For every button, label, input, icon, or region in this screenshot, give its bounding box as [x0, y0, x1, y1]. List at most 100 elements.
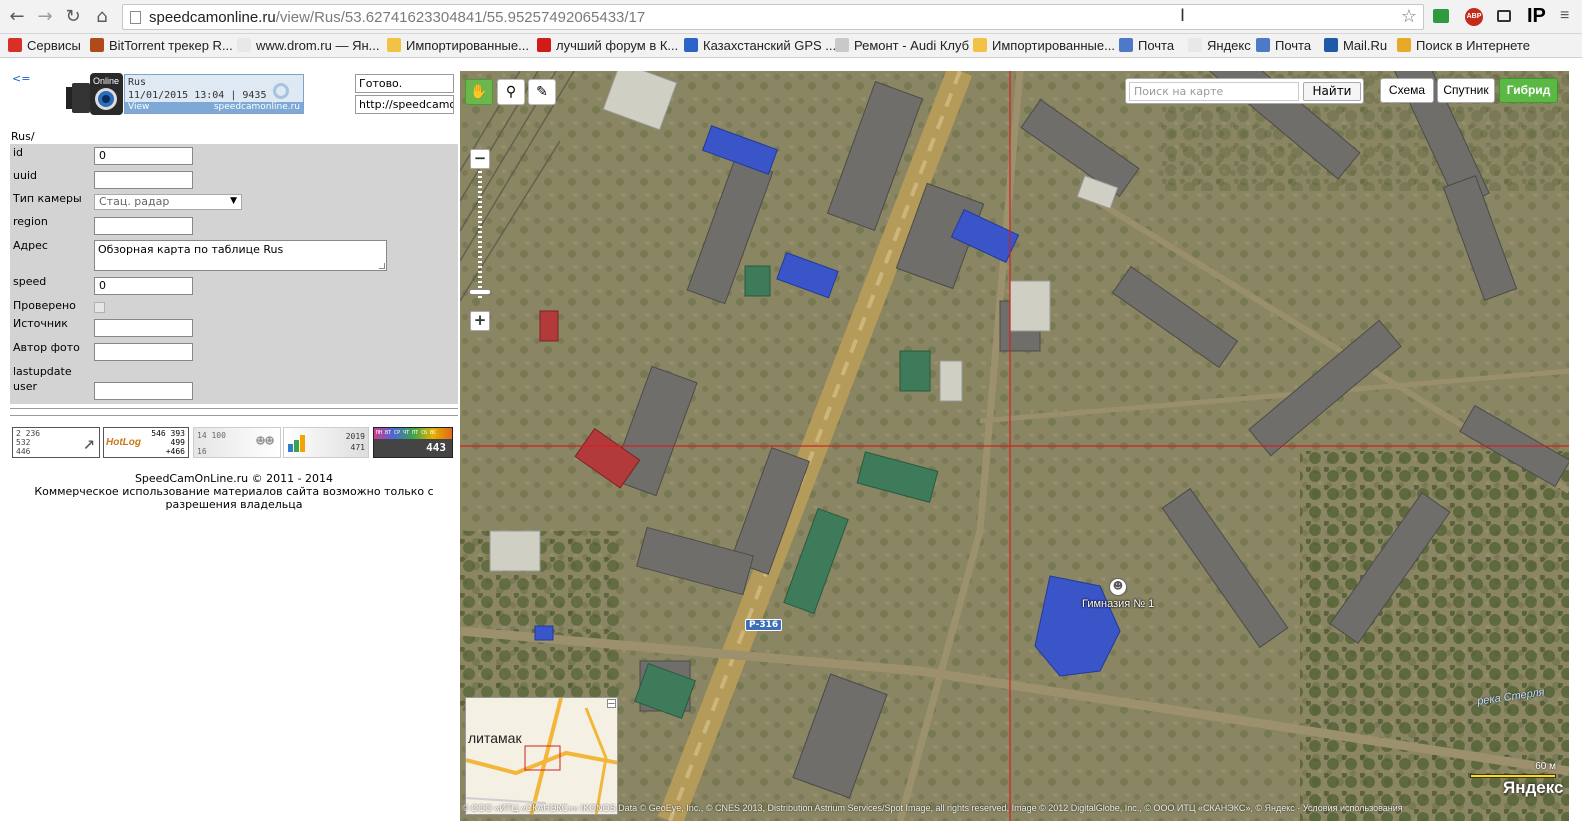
bookmark-label: Поиск в Интернете — [1416, 38, 1530, 53]
region-label: region — [13, 215, 48, 228]
resize-grip-icon[interactable] — [379, 263, 385, 269]
school-marker-icon[interactable]: ☻ — [1109, 578, 1127, 596]
bookmark-label: Импортированные... — [992, 38, 1115, 53]
map-search-input[interactable]: Поиск на карте — [1129, 82, 1299, 101]
bookmark-item[interactable]: Яндекс — [1188, 38, 1251, 53]
map-search-button[interactable]: Найти — [1303, 82, 1361, 101]
zoom-out-button[interactable]: − — [470, 149, 490, 169]
user-label: user — [13, 380, 37, 393]
counter-chart[interactable]: 2019 471 — [283, 427, 369, 458]
status-field[interactable]: Готово. — [355, 74, 454, 93]
bookmark-item[interactable]: www.drom.ru — Ян... — [237, 38, 379, 53]
camera-type-select[interactable]: Стац. радар ▼ — [94, 194, 242, 210]
bookmark-label: Импортированные... — [406, 38, 529, 53]
speed-input[interactable]: 0 — [94, 277, 193, 295]
bookmark-label: Яндекс — [1207, 38, 1251, 53]
overview-city-label: литамак — [468, 730, 522, 746]
region-input[interactable] — [94, 217, 193, 235]
uuid-label: uuid — [13, 169, 37, 182]
bookmark-item[interactable]: Импортированные... — [387, 38, 529, 53]
bookmark-item[interactable]: Почта — [1256, 38, 1311, 53]
reload-icon[interactable]: ↻ — [62, 6, 84, 28]
minimap-roads — [466, 698, 617, 814]
bookmark-item[interactable]: Импортированные... — [973, 38, 1115, 53]
extension-green-icon[interactable] — [1433, 9, 1449, 23]
bookmark-label: Mail.Ru — [1343, 38, 1388, 53]
back-link[interactable]: <= — [12, 72, 30, 85]
bookmark-label: лучший форум в К... — [556, 38, 679, 53]
counters-row: 2 236 532 446 ↗ HotLog 546 393 499 +466 … — [12, 427, 454, 459]
bookmark-item[interactable]: Казахстанский GPS ... — [684, 38, 836, 53]
map-search-box: Поиск на карте Найти — [1125, 78, 1364, 104]
bookmark-icon — [1256, 38, 1270, 52]
map-type-hybrid[interactable]: Гибрид — [1499, 78, 1558, 103]
address-textarea[interactable]: Обзорная карта по таблице Rus — [94, 240, 387, 271]
yandex-logo: Яндекс — [1503, 778, 1564, 797]
photo-author-label: Автор фото — [13, 341, 80, 354]
map-type-scheme[interactable]: Схема — [1380, 78, 1434, 103]
counter-liveinternet[interactable]: 2 236 532 446 ↗ — [12, 427, 100, 458]
bookmark-icon — [237, 38, 251, 52]
bookmark-item[interactable]: Почта — [1119, 38, 1174, 53]
id-input[interactable]: 0 — [94, 147, 193, 165]
bookmark-item[interactable]: Mail.Ru — [1324, 38, 1387, 53]
photo-author-input[interactable] — [94, 343, 193, 361]
counter-hotlog[interactable]: HotLog 546 393 499 +466 — [103, 427, 189, 458]
bookmark-item[interactable]: Ремонт - Audi Клуб — [835, 38, 969, 53]
page-icon — [130, 11, 141, 24]
url-text: speedcamonline.ru/view/Rus/53.6274162330… — [149, 9, 646, 26]
menu-icon[interactable]: ≡ — [1560, 8, 1574, 26]
bookmark-item[interactable]: Сервисы — [8, 38, 81, 53]
overview-minimap[interactable]: литамак — — [465, 697, 618, 815]
zoom-slider-track[interactable] — [478, 171, 482, 299]
home-icon[interactable]: ⌂ — [91, 6, 113, 28]
forward-arrow-icon[interactable]: → — [34, 6, 56, 28]
zoom-area-tool-icon[interactable]: ⚲ — [497, 79, 525, 105]
camera-info-box: Rus 11/01/2015 13:04 | 9435 View speedca… — [124, 74, 304, 114]
left-panel: <= Online Rus 11/01/2015 13:04 | 9435 Vi… — [0, 71, 460, 831]
camera-icon — [273, 83, 289, 99]
zoom-slider-handle[interactable] — [469, 289, 491, 295]
speed-label: speed — [13, 275, 47, 288]
counter-people[interactable]: 14 100 16 ☻☻ — [193, 427, 281, 458]
divider — [10, 415, 458, 416]
speedcam-logo: Online — [66, 73, 123, 115]
extension-box-icon[interactable] — [1497, 10, 1511, 22]
link-field[interactable]: http://speedcamonline.ru — [355, 95, 454, 114]
bookmark-item[interactable]: лучший форум в К... — [537, 38, 678, 53]
map-copyright: © ООО «ИТЦ «СКАНЭКС»» IKONOS Data © GeoE… — [462, 803, 1403, 813]
bookmark-item[interactable]: Поиск в Интернете — [1397, 38, 1530, 53]
bookmark-label: Казахстанский GPS ... — [703, 38, 837, 53]
info-country: Rus — [128, 77, 147, 88]
ruler-tool-icon[interactable]: ✎ — [528, 79, 556, 105]
bookmark-label: BitTorrent трекер R... — [109, 38, 233, 53]
user-input[interactable] — [94, 382, 193, 400]
bookmark-icon — [8, 38, 22, 52]
divider — [10, 408, 458, 409]
bookmark-star-icon[interactable]: ☆ — [1401, 6, 1417, 27]
map-view[interactable]: ✋ ⚲ ✎ − + Поиск на карте Найти Схема Спу… — [460, 71, 1569, 821]
text-cursor-icon: I — [1180, 6, 1186, 26]
bookmark-label: Сервисы — [27, 38, 81, 53]
bookmark-label: Почта — [1275, 38, 1312, 53]
bookmark-icon — [973, 38, 987, 52]
uuid-input[interactable] — [94, 171, 193, 189]
bookmark-icon — [1188, 38, 1202, 52]
map-type-satellite[interactable]: Спутник — [1437, 78, 1495, 103]
arrow-up-right-icon: ↗ — [82, 430, 95, 454]
zoom-in-button[interactable]: + — [470, 311, 490, 331]
minimap-collapse-icon[interactable]: — — [607, 699, 616, 708]
bookmark-icon — [387, 38, 401, 52]
source-input[interactable] — [94, 319, 193, 337]
address-bar[interactable]: speedcamonline.ru/view/Rus/53.6274162330… — [122, 4, 1424, 30]
hand-drag-tool-icon[interactable]: ✋ — [465, 79, 493, 105]
ip-extension-icon[interactable]: IP — [1527, 5, 1546, 27]
counter-weekly[interactable]: ПН ВТ СР ЧТ ПТ СБ ВС 443 — [373, 427, 453, 458]
bookmark-item[interactable]: BitTorrent трекер R... — [90, 38, 233, 53]
adblock-icon[interactable]: ABP — [1465, 8, 1483, 26]
bookmark-icon — [1324, 38, 1338, 52]
footer-copyright: SpeedCamOnLine.ru © 2011 - 2014 — [134, 472, 334, 485]
info-strip: View speedcamonline.ru — [125, 102, 303, 113]
checked-checkbox[interactable] — [94, 302, 105, 313]
back-arrow-icon[interactable]: ← — [6, 6, 28, 28]
